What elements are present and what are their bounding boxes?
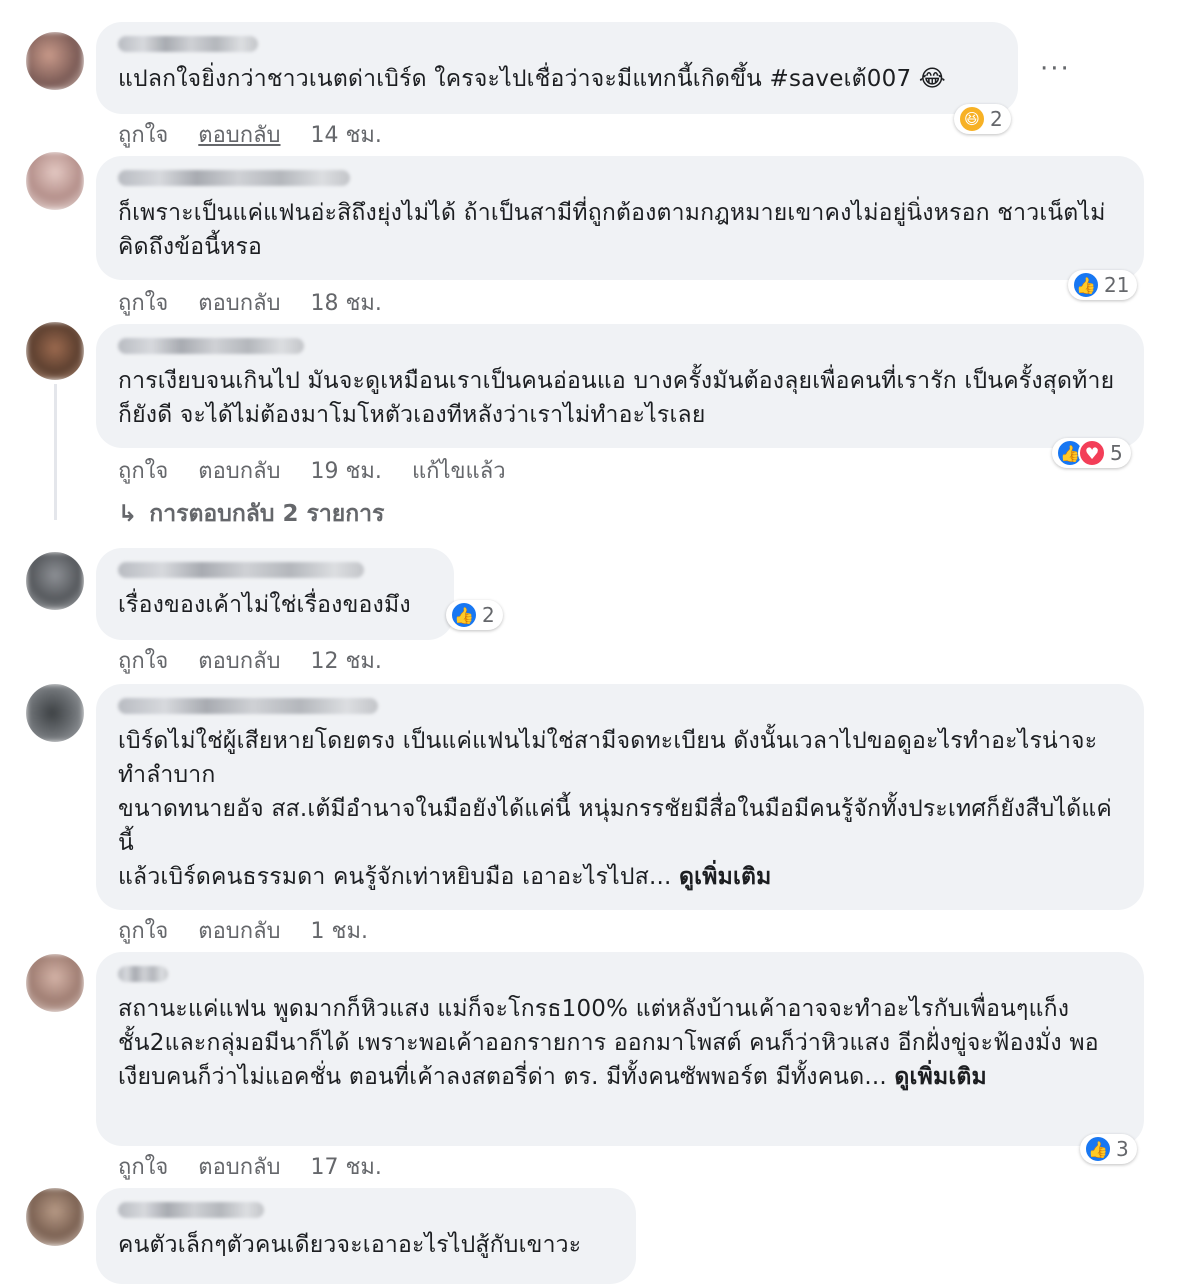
author-name[interactable] (118, 966, 168, 982)
like-button[interactable]: ถูกใจ (118, 285, 168, 320)
timestamp[interactable]: 1 ชม. (311, 913, 368, 948)
reply-button[interactable]: ตอบกลับ (198, 913, 280, 948)
comment-text-body: เบิร์ดไม่ใช่ผู้เสียหายโดยตรง เป็นแค่แฟนไ… (118, 728, 1112, 890)
timestamp[interactable]: 19 ชม. (311, 453, 382, 488)
author-name[interactable] (118, 170, 350, 186)
author-name[interactable] (118, 1202, 264, 1218)
see-more-link[interactable]: ดูเพิ่มเติม (894, 1064, 986, 1090)
comment-text: ก็เพราะเป็นแค่แฟนอ่ะสิถึงยุ่งไม่ได้ ถ้าเ… (118, 200, 1106, 260)
reply-button[interactable]: ตอบกลับ (198, 117, 280, 152)
reply-arrow-icon: ↳ (118, 501, 138, 527)
reaction-badge[interactable]: 👍 21 (1068, 270, 1138, 300)
like-icon: 👍 (1072, 271, 1100, 299)
reply-button[interactable]: ตอบกลับ (198, 643, 280, 678)
comment-text: คนตัวเล็กๆตัวคนเดียวจะเอาอะไรไปสู้กับเขา… (118, 1232, 582, 1258)
comment-actions: ถูกใจ ตอบกลับ 18 ชม. (118, 285, 382, 320)
comment-bubble: ก็เพราะเป็นแค่แฟนอ่ะสิถึงยุ่งไม่ได้ ถ้าเ… (96, 156, 1144, 280)
love-icon: ♥ (1078, 439, 1106, 467)
timestamp[interactable]: 14 ชม. (311, 117, 382, 152)
avatar[interactable] (26, 552, 84, 610)
haha-icon: 😆 (958, 105, 986, 133)
view-replies-link[interactable]: ↳ การตอบกลับ 2 รายการ (118, 496, 384, 532)
avatar[interactable] (26, 32, 84, 90)
reaction-badge[interactable]: 👍 2 (446, 600, 503, 630)
comment-bubble: การเงียบจนเกินไป มันจะดูเหมือนเราเป็นคนอ… (96, 324, 1144, 448)
like-button[interactable]: ถูกใจ (118, 1149, 168, 1184)
more-options-icon[interactable]: ··· (1040, 54, 1071, 84)
avatar[interactable] (26, 152, 84, 210)
comment-actions: ถูกใจ ตอบกลับ 1 ชม. (118, 913, 368, 948)
reaction-badge[interactable]: 😆 2 (954, 104, 1011, 134)
avatar[interactable] (26, 322, 84, 380)
reaction-count: 2 (990, 107, 1003, 131)
like-button[interactable]: ถูกใจ (118, 453, 168, 488)
comment-text: เรื่องของเค้าไม่ใช่เรื่องของมึง (118, 592, 411, 618)
like-button[interactable]: ถูกใจ (118, 913, 168, 948)
comment-text: การเงียบจนเกินไป มันจะดูเหมือนเราเป็นคนอ… (118, 368, 1115, 428)
comment-actions: ถูกใจ ตอบกลับ 19 ชม. แก้ไขแล้ว (118, 453, 506, 488)
comment-text: สถานะแค่แฟน พูดมากก็หิวแสง แม่ก็จะโกรธ10… (118, 992, 1122, 1094)
author-name[interactable] (118, 338, 304, 354)
comment-actions: ถูกใจ ตอบกลับ 14 ชม. (118, 117, 382, 152)
edited-label: แก้ไขแล้ว (411, 459, 506, 484)
thread-line (54, 384, 57, 520)
timestamp[interactable]: 17 ชม. (311, 1149, 382, 1184)
comment-actions: ถูกใจ ตอบกลับ 17 ชม. (118, 1149, 382, 1184)
like-button[interactable]: ถูกใจ (118, 117, 168, 152)
comment-bubble: เบิร์ดไม่ใช่ผู้เสียหายโดยตรง เป็นแค่แฟนไ… (96, 684, 1144, 910)
reaction-count: 21 (1104, 273, 1130, 297)
comment-text: แปลกใจยิ่งกว่าชาวเนตด่าเบิร์ด ใครจะไปเชื… (118, 66, 946, 92)
comment-bubble: เรื่องของเค้าไม่ใช่เรื่องของมึง (96, 548, 454, 640)
author-name[interactable] (118, 36, 258, 52)
comment-actions: ถูกใจ ตอบกลับ 12 ชม. (118, 643, 382, 678)
like-icon: 👍 (450, 601, 478, 629)
reply-button[interactable]: ตอบกลับ (198, 285, 280, 320)
like-button[interactable]: ถูกใจ (118, 643, 168, 678)
reaction-count: 5 (1110, 441, 1123, 465)
reaction-badge[interactable]: 👍 3 (1080, 1134, 1137, 1164)
timestamp[interactable]: 12 ชม. (311, 643, 382, 678)
avatar[interactable] (26, 954, 84, 1012)
author-name[interactable] (118, 698, 378, 714)
reaction-count: 3 (1116, 1137, 1129, 1161)
comment-bubble: แปลกใจยิ่งกว่าชาวเนตด่าเบิร์ด ใครจะไปเชื… (96, 22, 1018, 114)
comment-text: เบิร์ดไม่ใช่ผู้เสียหายโดยตรง เป็นแค่แฟนไ… (118, 724, 1122, 894)
avatar[interactable] (26, 684, 84, 742)
reply-button[interactable]: ตอบกลับ (198, 1149, 280, 1184)
reaction-badge[interactable]: 👍 ♥ 5 (1052, 438, 1131, 468)
see-more-link[interactable]: ดูเพิ่มเติม (679, 864, 771, 890)
like-icon: 👍 (1084, 1135, 1112, 1163)
comment-bubble: สถานะแค่แฟน พูดมากก็หิวแสง แม่ก็จะโกรธ10… (96, 952, 1144, 1146)
replies-label: การตอบกลับ 2 รายการ (149, 501, 385, 527)
author-name[interactable] (118, 562, 364, 578)
avatar[interactable] (26, 1188, 84, 1246)
reaction-count: 2 (482, 603, 495, 627)
comment-bubble: คนตัวเล็กๆตัวคนเดียวจะเอาอะไรไปสู้กับเขา… (96, 1188, 636, 1284)
reply-button[interactable]: ตอบกลับ (198, 453, 280, 488)
timestamp[interactable]: 18 ชม. (311, 285, 382, 320)
